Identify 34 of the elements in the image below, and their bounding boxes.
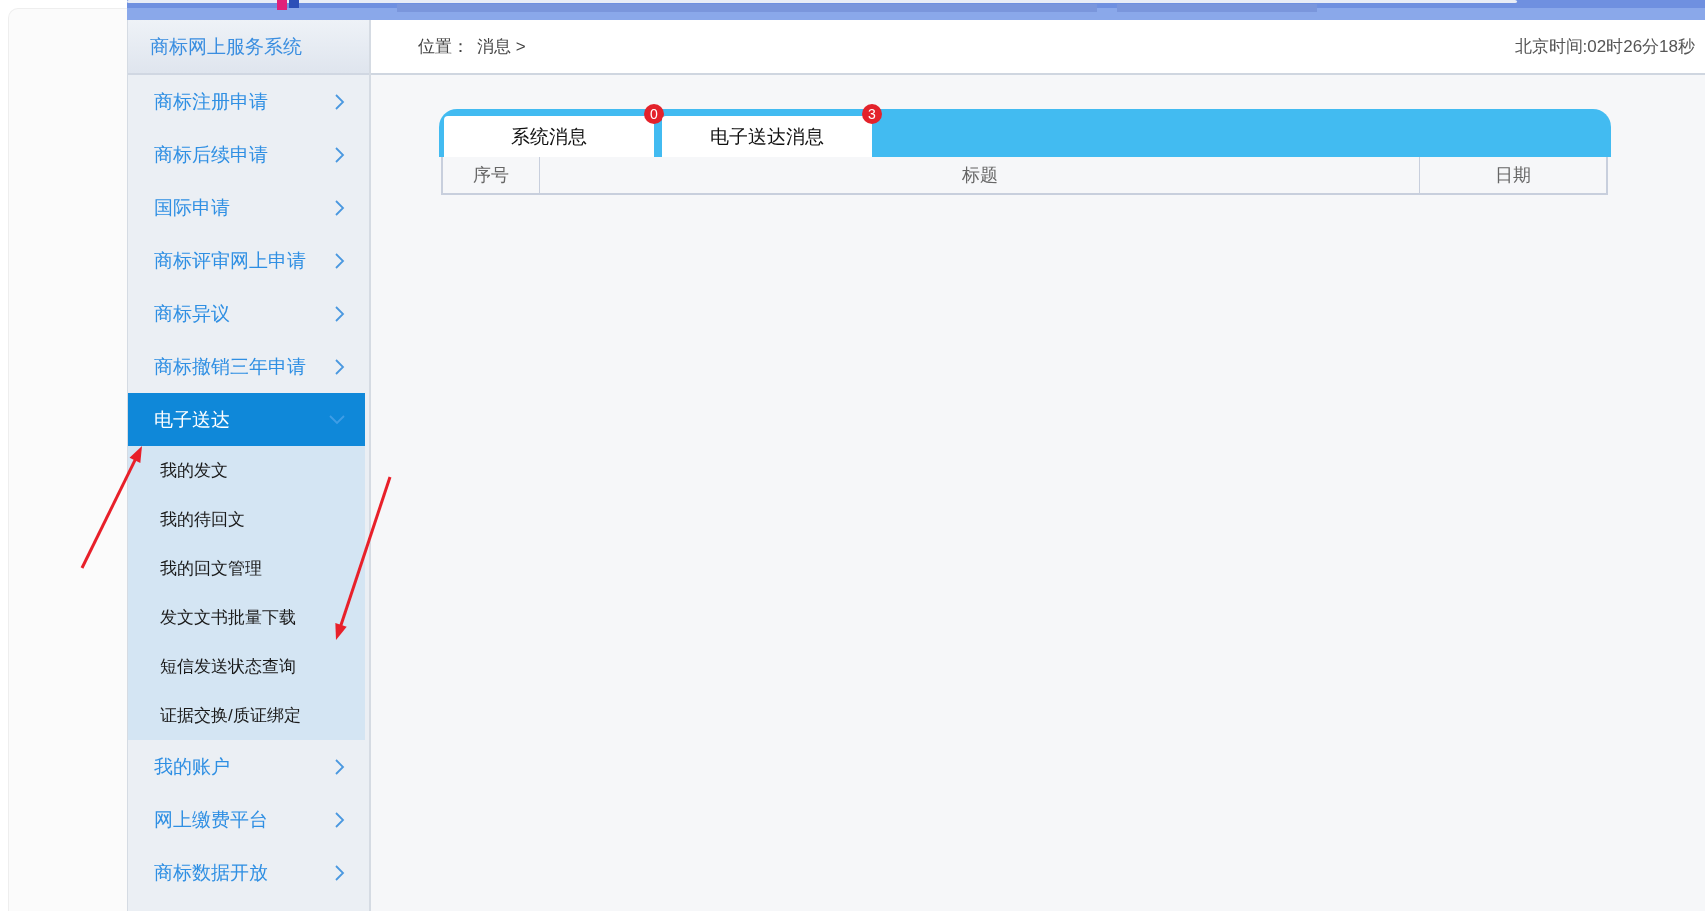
chevron-right-icon [335, 146, 345, 163]
menu-item[interactable]: 商标数据开放 [128, 846, 365, 899]
clock-text: 北京时间:02时26分18秒 [1514, 36, 1695, 58]
submenu-item[interactable]: 我的待回文 [128, 495, 365, 544]
breadcrumb-link[interactable]: 消息 > [477, 35, 526, 58]
chevron-right-icon [335, 199, 345, 216]
menu-item[interactable]: 商标评审网上申请 [128, 234, 365, 287]
chevron-right-icon [335, 252, 345, 269]
column-header: 标题 [540, 157, 1420, 193]
chevron-right-icon [335, 305, 345, 322]
submenu-item[interactable]: 我的回文管理 [128, 544, 365, 593]
count-badge: 0 [644, 104, 664, 124]
column-header: 日期 [1494, 164, 1532, 187]
menu-item[interactable]: 商标异议 [128, 287, 365, 340]
chevron-right-icon [335, 758, 345, 775]
breadcrumb-label: 位置： [418, 36, 469, 58]
count-badge: 3 [862, 104, 882, 124]
menu-item[interactable]: 电子送达 [128, 393, 365, 446]
menu-item[interactable]: 商标注册申请 [128, 75, 365, 128]
menu-item[interactable]: 网上缴费平台 [128, 793, 365, 846]
menu-item[interactable]: 商标后续申请 [128, 128, 365, 181]
submenu-item[interactable]: 短信发送状态查询 [128, 642, 365, 691]
chevron-right-icon [335, 358, 345, 375]
menu-item[interactable]: 国际申请 [128, 181, 365, 234]
chevron-right-icon [335, 864, 345, 881]
submenu-item[interactable]: 发文文书批量下载 [128, 593, 365, 642]
submenu-item[interactable]: 我的发文 [128, 446, 365, 495]
submenu-item[interactable]: 证据交换/质证绑定 [128, 691, 365, 740]
menu-item[interactable]: 我的账户 [128, 740, 365, 793]
chevron-down-icon [329, 414, 345, 425]
menu-item[interactable]: 商标撤销三年申请 [128, 340, 365, 393]
column-header: 序号 [443, 157, 540, 193]
chevron-right-icon [335, 93, 345, 110]
chevron-right-icon [335, 811, 345, 828]
